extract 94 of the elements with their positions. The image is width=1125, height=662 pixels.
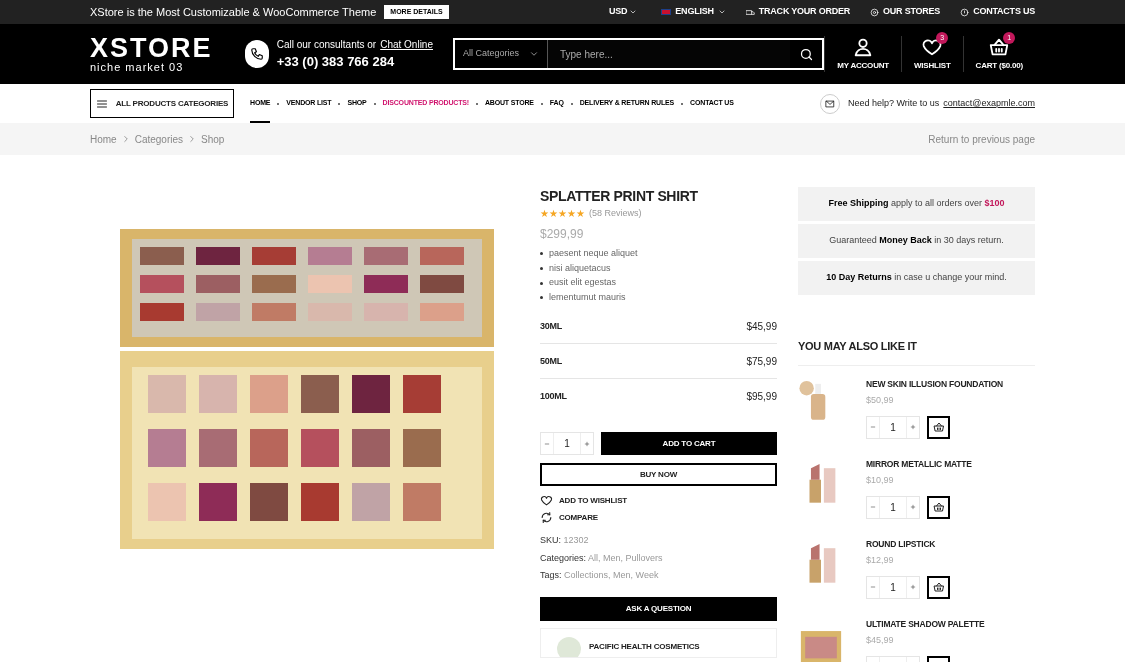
basket-icon bbox=[932, 581, 945, 594]
info-box: Guaranteed Money Back in 30 days return. bbox=[798, 224, 1035, 258]
breadcrumb-link[interactable]: Categories bbox=[134, 131, 184, 147]
wishlist-link[interactable]: ADD TO WISHLIST bbox=[540, 492, 777, 510]
plus-icon bbox=[910, 504, 916, 511]
add-to-cart-button[interactable] bbox=[927, 495, 950, 519]
minus-icon bbox=[870, 424, 876, 431]
basket-icon bbox=[932, 501, 945, 514]
flag-icon bbox=[661, 9, 672, 15]
feature-text: paesent neque aliquet bbox=[549, 247, 638, 261]
language-selector[interactable]: ENGLISH bbox=[661, 5, 726, 19]
quantity-stepper[interactable]: 1 bbox=[866, 415, 920, 439]
meta-line: Categories: All, Men, Pullovers bbox=[540, 551, 664, 565]
logo[interactable]: XSTORE bbox=[90, 35, 213, 62]
chevron-down-icon bbox=[629, 8, 638, 16]
product-price: $45,99 bbox=[866, 634, 895, 648]
add-to-cart-button[interactable] bbox=[927, 575, 950, 599]
search-input[interactable]: Type here... bbox=[548, 46, 791, 62]
basket-icon bbox=[932, 421, 945, 434]
chat-online-link[interactable]: Chat Online bbox=[380, 36, 433, 52]
variant-price: $45,99 bbox=[746, 319, 777, 334]
help-text: Need help? Write to us bbox=[847, 96, 940, 110]
quantity-value: 1 bbox=[889, 420, 897, 435]
quantity-value: 1 bbox=[563, 437, 571, 452]
plus-icon bbox=[584, 440, 590, 447]
quantity-stepper[interactable]: 1 bbox=[540, 432, 594, 456]
heart-icon bbox=[921, 36, 944, 58]
add-to-cart-button[interactable] bbox=[927, 415, 950, 439]
minus-icon bbox=[544, 440, 550, 447]
meta-line: Tags: Collections, Men, Week bbox=[540, 569, 660, 583]
chevron-down-icon bbox=[529, 49, 539, 59]
currency-selector[interactable]: USD bbox=[609, 5, 638, 19]
product-name-link[interactable]: NEW SKIN ILLUSION FOUNDATION bbox=[866, 377, 1003, 391]
vendor-logo bbox=[557, 636, 581, 657]
category-dropdown[interactable]: All Categories bbox=[455, 40, 547, 68]
product-name-link[interactable]: ULTIMATE SHADOW PALETTE bbox=[866, 617, 985, 631]
logo-tagline: niche market 03 bbox=[90, 62, 185, 73]
search-icon bbox=[798, 46, 814, 62]
heart-icon bbox=[540, 494, 553, 508]
basket-icon bbox=[988, 36, 1011, 58]
menu-icon bbox=[95, 97, 108, 110]
plus-icon bbox=[910, 584, 916, 591]
phone-icon bbox=[244, 40, 269, 68]
vendor-name: PACIFIC HEALTH COSMETICS bbox=[589, 640, 700, 653]
top-link[interactable]: TRACK YOUR ORDER bbox=[745, 5, 851, 19]
variant-label: 50ML bbox=[540, 354, 563, 368]
compare-link[interactable]: COMPARE bbox=[540, 509, 777, 527]
top-link[interactable]: OUR STORES bbox=[870, 5, 941, 19]
refresh-icon bbox=[540, 511, 553, 525]
email-link[interactable]: contact@exapmle.com bbox=[943, 96, 1035, 111]
meta-line: SKU: 12302 bbox=[540, 534, 590, 548]
info-icon bbox=[960, 7, 970, 17]
minus-icon bbox=[870, 584, 876, 591]
ask-question-button[interactable]: ASK A QUESTION bbox=[540, 596, 777, 621]
search-field[interactable]: Type here... bbox=[547, 40, 791, 68]
product-title: SPLATTER PRINT SHIRT bbox=[540, 187, 699, 205]
product-price: $299,99 bbox=[540, 225, 585, 243]
info-box: Free Shipping apply to all orders over $100 bbox=[798, 187, 1035, 221]
star-rating: ★★★★★ bbox=[540, 208, 585, 219]
truck-icon bbox=[745, 7, 755, 17]
quantity-value: 1 bbox=[889, 500, 897, 515]
bullet-icon bbox=[540, 296, 543, 300]
target-icon bbox=[870, 7, 880, 17]
quantity-stepper[interactable]: 1 bbox=[866, 495, 920, 519]
plus-icon bbox=[910, 424, 916, 431]
info-box: 10 Day Returns in case u change your mind. bbox=[798, 261, 1035, 295]
account-button[interactable]: MY ACCOUNT bbox=[824, 36, 901, 72]
feature-text: nisi aliquetacus bbox=[549, 261, 611, 275]
variant-label: 100ML bbox=[540, 390, 567, 403]
consult-text: Call our consultants or bbox=[276, 37, 377, 52]
section-title: YOU MAY ALSO LIKE IT bbox=[798, 338, 1035, 366]
product-name-link[interactable]: ROUND LIPSTICK bbox=[866, 537, 950, 551]
categories-button[interactable]: ALL PRODUCTS CATEGORIES bbox=[90, 89, 234, 118]
bullet-icon bbox=[540, 252, 543, 256]
feature-text: eusit elit egestas bbox=[549, 276, 617, 290]
product-price: $50,99 bbox=[866, 394, 895, 408]
minus-icon bbox=[870, 504, 876, 511]
product-name-link[interactable]: MIRROR METALLIC MATTE bbox=[866, 457, 972, 471]
quantity-value: 1 bbox=[889, 580, 897, 595]
variant-price: $75,99 bbox=[746, 354, 777, 369]
add-to-cart-button[interactable]: ADD TO CART bbox=[601, 432, 777, 456]
variant-price: $95,99 bbox=[746, 390, 777, 405]
quantity-stepper[interactable]: 1 bbox=[866, 575, 920, 599]
bullet-icon bbox=[540, 281, 543, 285]
top-link[interactable]: CONTACTS US bbox=[960, 5, 1035, 19]
buy-now-button[interactable]: BUY NOW bbox=[540, 463, 777, 487]
phone-number: +33 (0) 383 766 284 bbox=[276, 52, 396, 71]
product-price: $10,99 bbox=[866, 474, 895, 488]
promo-text: XStore is the Most Customizable & WooCommerce Theme bbox=[90, 4, 377, 20]
bullet-icon bbox=[540, 267, 543, 271]
chevron-down-icon bbox=[717, 8, 726, 16]
variant-label: 30ML bbox=[540, 319, 563, 333]
feature-text: lementumut mauris bbox=[549, 291, 626, 305]
product-price: $12,99 bbox=[866, 554, 895, 568]
